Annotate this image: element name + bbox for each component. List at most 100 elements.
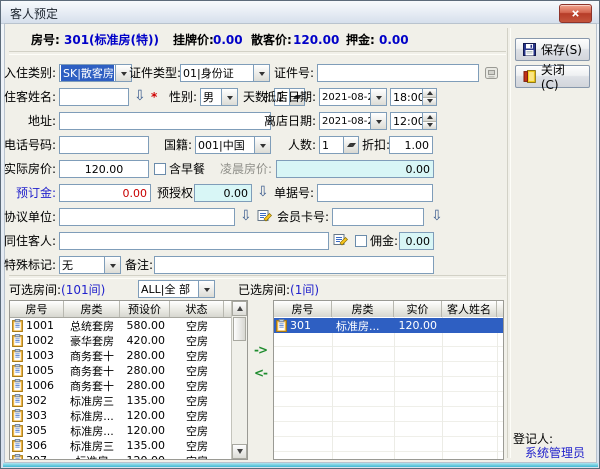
id-number-input[interactable] [317, 64, 479, 82]
table-row[interactable]: 1006 商务套十 280.00 空房 [10, 378, 247, 393]
scrollbar[interactable] [231, 301, 247, 459]
gender-combo[interactable]: 男 [200, 88, 238, 106]
column-header[interactable]: 客人姓名 [442, 301, 497, 317]
arrive-date-value: 2021-08-25 [320, 92, 370, 103]
reserve-deposit-input[interactable]: 0.00 [59, 184, 151, 202]
selected-rooms-text: 已选房间: [238, 283, 290, 297]
table-row[interactable]: 307 标准房 120.00 空房 [10, 453, 247, 460]
column-header[interactable]: 预设价 [120, 301, 170, 317]
receipt-input[interactable] [317, 184, 433, 202]
card-reader-icon[interactable] [483, 65, 500, 81]
nationality-value: 001|中国 [196, 137, 254, 153]
spin-buttons-icon[interactable] [343, 137, 358, 153]
column-header[interactable]: 房类 [332, 301, 394, 317]
column-header[interactable]: 房类 [64, 301, 120, 317]
move-right-button[interactable]: -> [254, 343, 267, 357]
updown-icon[interactable] [422, 113, 436, 129]
remark-input[interactable] [154, 256, 434, 274]
chevron-down-icon[interactable] [198, 281, 214, 297]
table-header: 房号 房类 实价 客人姓名 [274, 301, 503, 318]
dawn-price-label: 凌晨房价: [214, 161, 272, 177]
scrollbar-down-button[interactable] [232, 444, 247, 459]
table-row[interactable]: 1005 商务套十 280.00 空房 [10, 363, 247, 378]
special-mark-combo[interactable]: 无 [59, 256, 121, 274]
agreement-dropdown-icon[interactable]: ⇩ [240, 209, 252, 223]
commission-checkbox[interactable] [355, 235, 367, 247]
depart-time-spinner[interactable]: 12:00 [390, 112, 437, 130]
room-icon [12, 454, 23, 460]
breakfast-checkbox[interactable] [154, 163, 166, 175]
actual-price-input[interactable]: 120.00 [59, 160, 149, 178]
agreement-label: 协议单位: [3, 209, 56, 225]
preauth-value: 0.00 [224, 187, 249, 200]
column-header[interactable]: 房号 [274, 301, 332, 317]
guest-name-input[interactable] [59, 88, 129, 106]
chevron-down-icon[interactable] [370, 89, 386, 105]
move-left-button[interactable]: <- [254, 366, 267, 380]
table-row[interactable]: 306 标准房三 135.00 空房 [10, 438, 247, 453]
agreement-input[interactable] [59, 208, 235, 226]
chevron-down-icon[interactable] [254, 137, 270, 153]
exit-door-icon [523, 70, 536, 83]
commission-label: 佣金: [370, 233, 398, 249]
nationality-combo[interactable]: 001|中国 [195, 136, 271, 154]
updown-icon[interactable] [422, 89, 436, 105]
arrive-time-value: 18:00 [391, 91, 422, 104]
table-row[interactable]: 1002 豪华套房 420.00 空房 [10, 333, 247, 348]
discount-input[interactable]: 1.00 [389, 136, 433, 154]
close-dialog-button[interactable]: 关闭(C) [515, 65, 590, 88]
save-button[interactable]: 保存(S) [515, 38, 590, 61]
checkin-type-label: 入住类别: [3, 65, 56, 81]
chevron-down-icon[interactable] [221, 89, 237, 105]
depart-time-value: 12:00 [391, 115, 422, 128]
selected-room-row[interactable]: 301 标准房... 120.00 [274, 318, 503, 333]
receipt-label: 单据号: [259, 185, 314, 201]
scrollbar-thumb[interactable] [233, 317, 246, 341]
discount-value: 1.00 [405, 139, 430, 152]
phone-input[interactable] [59, 136, 149, 154]
column-header[interactable]: 状态 [170, 301, 224, 317]
member-card-input[interactable] [332, 208, 424, 226]
arrive-date-combo[interactable]: 2021-08-25 [319, 88, 387, 106]
notebook-edit-icon[interactable] [333, 232, 349, 247]
persons-value: 1 [320, 139, 343, 152]
member-card-dropdown-icon[interactable]: ⇩ [431, 209, 443, 223]
commission-value: 0.00 [406, 235, 431, 248]
guest-name-dropdown-icon[interactable]: ⇩ [134, 89, 146, 103]
table-row[interactable]: 1003 商务套十 280.00 空房 [10, 348, 247, 363]
table-row[interactable]: 305 标准房... 120.00 空房 [10, 423, 247, 438]
room-number-value: 301(标准房(特)) [64, 32, 159, 48]
gender-label: 性别: [161, 89, 197, 105]
address-input[interactable] [59, 112, 271, 130]
checkin-type-combo[interactable]: SK|散客房 [59, 64, 132, 82]
gender-value: 男 [201, 89, 221, 105]
room-icon [12, 364, 23, 377]
roommate-input[interactable] [59, 232, 329, 250]
table-row[interactable]: 303 标准房... 120.00 空房 [10, 408, 247, 423]
room-filter-combo[interactable]: ALL|全 部 [138, 280, 215, 298]
walkin-price-value: 120.00 [293, 32, 339, 48]
persons-label: 人数: [284, 137, 316, 153]
depart-date-label: 离店日期: [254, 113, 316, 129]
chevron-down-icon[interactable] [370, 113, 386, 129]
commission-input[interactable]: 0.00 [399, 232, 434, 250]
column-header[interactable]: 房号 [10, 301, 64, 317]
chevron-down-icon[interactable] [104, 257, 120, 273]
table-row[interactable]: 302 标准房三 135.00 空房 [10, 393, 247, 408]
table-row[interactable]: 1001 总统套房 580.00 空房 [10, 318, 247, 333]
title-bar: 客人预定 [1, 1, 599, 24]
arrive-time-spinner[interactable]: 18:00 [390, 88, 437, 106]
table-grid [274, 317, 503, 460]
preauth-input[interactable]: 0.00 [194, 184, 252, 202]
reserve-deposit-value: 0.00 [123, 187, 148, 200]
divider [9, 275, 506, 279]
id-type-combo[interactable]: 01|身份证 [180, 64, 270, 82]
depart-date-combo[interactable]: 2021-08-26 [319, 112, 387, 130]
room-icon [12, 394, 23, 407]
notebook-edit-icon[interactable] [257, 208, 273, 223]
close-button[interactable] [559, 4, 592, 23]
persons-spinner[interactable]: 1 [319, 136, 359, 154]
column-header[interactable]: 实价 [394, 301, 442, 317]
scrollbar-up-button[interactable] [232, 301, 247, 316]
reservation-dialog: 客人预定 房号: 301(标准房(特)) 挂牌价: 0.00 散客价: 120.… [0, 0, 600, 469]
